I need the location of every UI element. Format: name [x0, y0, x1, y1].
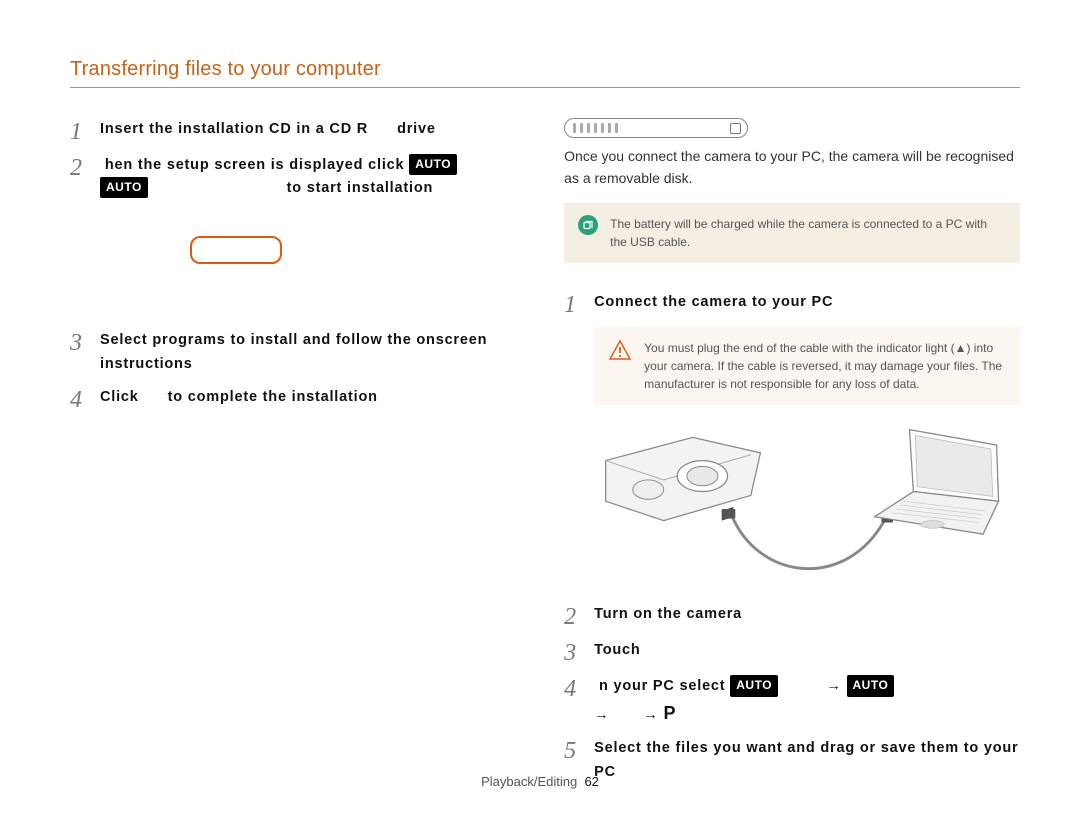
auto-badge: AUTO — [730, 675, 778, 696]
step-text: Select programs to install and follow th… — [100, 329, 516, 375]
step-number: 1 — [70, 118, 88, 144]
left-step-3: 3 Select programs to install and follow … — [70, 329, 516, 375]
auto-badge: AUTO — [409, 154, 457, 175]
orange-pill-placeholder — [190, 236, 282, 264]
step-text: Click to complete the installation — [100, 386, 378, 409]
footer: Playback/Editing 62 — [0, 774, 1080, 789]
left-step-4: 4 Click to complete the installation — [70, 386, 516, 412]
step-text: Connect the camera to your PC — [594, 291, 833, 314]
step-number: 1 — [564, 291, 582, 317]
left-step-2: 2 hen the setup screen is displayed clic… — [70, 154, 516, 200]
warning-icon — [608, 339, 632, 363]
p-glyph: P — [663, 703, 675, 723]
step-number: 5 — [564, 737, 582, 763]
step-text: Touch — [594, 639, 640, 662]
left-step-1: 1 Insert the installation CD in a CD R d… — [70, 118, 516, 144]
title-rule — [70, 87, 1020, 88]
info-text: The battery will be charged while the ca… — [610, 215, 1006, 251]
step-number: 2 — [564, 603, 582, 629]
left-column: 1 Insert the installation CD in a CD R d… — [70, 118, 516, 794]
right-step-1: 1 Connect the camera to your PC — [564, 291, 1020, 317]
camera-laptop-illustration — [594, 423, 1020, 593]
intro-paragraph: Once you connect the camera to your PC, … — [564, 146, 1020, 189]
warning-text: You must plug the end of the cable with … — [644, 339, 1006, 393]
right-step-4: 4 n your PC select AUTO → AUTO → → P — [564, 675, 1020, 727]
columns: 1 Insert the installation CD in a CD R d… — [70, 118, 1020, 794]
right-step-3: 3 Touch — [564, 639, 1020, 665]
info-icon — [578, 215, 598, 235]
step-text: hen the setup screen is displayed click … — [100, 154, 457, 200]
page-title: Transferring files to your computer — [70, 58, 1020, 81]
step-number: 4 — [564, 675, 582, 701]
step-text: n your PC select AUTO → AUTO → → P — [594, 675, 894, 727]
page-number: 62 — [584, 774, 598, 789]
right-column: Once you connect the camera to your PC, … — [564, 118, 1020, 794]
auto-badge: AUTO — [847, 675, 895, 696]
info-callout: The battery will be charged while the ca… — [564, 203, 1020, 263]
step-text: Insert the installation CD in a CD R dri… — [100, 118, 436, 141]
step-number: 4 — [70, 386, 88, 412]
auto-badge: AUTO — [100, 177, 148, 198]
step-number: 2 — [70, 154, 88, 180]
media-bar-illustration — [564, 118, 748, 138]
media-bar-knob — [730, 123, 741, 134]
footer-section: Playback/Editing — [481, 774, 577, 789]
step-text: Turn on the camera — [594, 603, 742, 626]
step-number: 3 — [564, 639, 582, 665]
warning-callout: You must plug the end of the cable with … — [594, 327, 1020, 405]
right-step-2: 2 Turn on the camera — [564, 603, 1020, 629]
step-number: 3 — [70, 329, 88, 355]
page: Transferring files to your computer 1 In… — [0, 0, 1080, 815]
